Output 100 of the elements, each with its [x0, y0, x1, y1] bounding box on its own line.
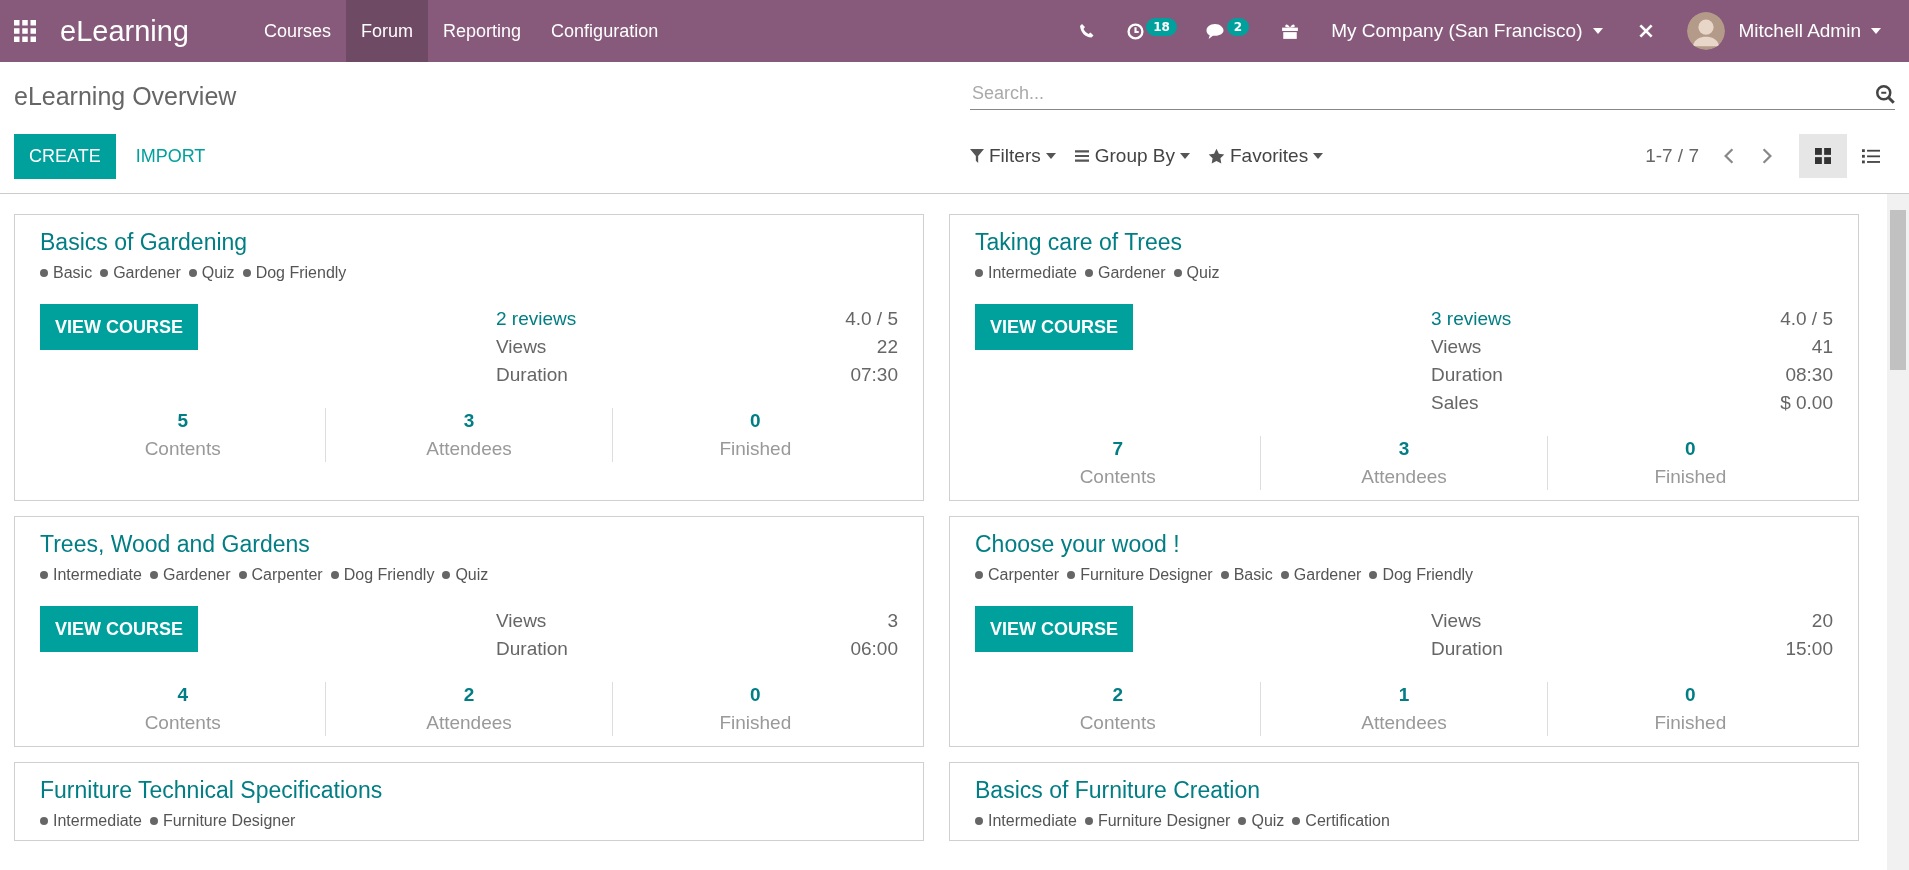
- reviews-link[interactable]: 2 reviews: [496, 308, 577, 330]
- activity-count-badge: 18: [1146, 18, 1177, 36]
- stat-label: Views: [1431, 610, 1482, 632]
- course-card[interactable]: Furniture Technical Specifications Intermediate Furniture Designer: [14, 762, 924, 841]
- pager-value: 1-7 / 7: [1645, 145, 1699, 167]
- course-card[interactable]: Basics of Furniture Creation Intermediate Furniture Designer Quiz Certification: [949, 762, 1859, 841]
- star-icon: [1208, 147, 1225, 165]
- counter-value: 2: [1112, 684, 1123, 706]
- course-title[interactable]: Taking care of Trees: [975, 229, 1833, 256]
- tag: Carpenter: [975, 566, 1060, 584]
- stat-value: 20: [1811, 610, 1833, 632]
- stat-label: Duration: [1431, 638, 1503, 660]
- filters-dropdown[interactable]: Filters: [970, 145, 1056, 167]
- menu-item[interactable]: Configuration: [536, 0, 674, 62]
- menu-item[interactable]: Reporting: [428, 0, 537, 62]
- course-title[interactable]: Choose your wood !: [975, 531, 1833, 558]
- company-switcher[interactable]: My Company (San Francisco): [1331, 20, 1583, 42]
- tag: Basic: [1220, 566, 1273, 584]
- stat-value: 4.0 / 5: [1780, 308, 1833, 330]
- tag: Quiz: [1173, 264, 1220, 282]
- stat-label: Views: [496, 610, 547, 632]
- stat-label: Duration: [1431, 364, 1503, 386]
- counter-label: Finished: [1654, 712, 1727, 734]
- counter-label: Attendees: [1361, 712, 1447, 734]
- stat-value: 3: [887, 610, 898, 632]
- stat-value: $ 0.00: [1780, 392, 1833, 414]
- counter-value: 0: [1685, 438, 1696, 460]
- course-title[interactable]: Basics of Gardening: [40, 229, 898, 256]
- counter-label: Finished: [1654, 466, 1727, 488]
- grid-icon: [1815, 148, 1831, 164]
- create-button[interactable]: CREATE: [14, 133, 116, 179]
- app-name[interactable]: eLearning: [60, 14, 189, 48]
- course-title[interactable]: Furniture Technical Specifications: [40, 777, 898, 804]
- search-icon[interactable]: [1875, 83, 1895, 104]
- message-count-badge: 2: [1226, 18, 1250, 36]
- course-card[interactable]: Choose your wood ! Carpenter Furniture Designer Basic Gardener Dog Friendly VIEW COURSE Views 20 Duration 15:00 2 Contents 1 Attendees 0 Finished: [949, 516, 1859, 747]
- kanban-view-button[interactable]: [1799, 134, 1847, 178]
- caret-icon: [1180, 153, 1190, 159]
- tag: Dog Friendly: [1369, 566, 1474, 584]
- gift-icon[interactable]: [1281, 22, 1300, 40]
- counter-label: Finished: [719, 712, 792, 734]
- tag: Intermediate: [975, 812, 1077, 830]
- course-card[interactable]: Trees, Wood and Gardens Intermediate Gardener Carpenter Dog Friendly Quiz VIEW COURSE Views 3 Duration 06:00 4 Contents 2 Attendees 0 Finished: [14, 516, 924, 747]
- tag: Dog Friendly: [330, 566, 435, 584]
- previous-page-icon[interactable]: [1723, 147, 1735, 165]
- tag: Furniture Designer: [1067, 566, 1213, 584]
- stat-value: 06:00: [850, 638, 898, 660]
- stat-label: Sales: [1431, 392, 1479, 414]
- apps-grid-icon[interactable]: [14, 20, 36, 42]
- view-course-button[interactable]: VIEW COURSE: [975, 304, 1133, 350]
- counter-value: 4: [177, 684, 188, 706]
- menu-item[interactable]: Courses: [249, 0, 347, 62]
- tag: Quiz: [1238, 812, 1285, 830]
- import-button[interactable]: IMPORT: [121, 133, 220, 179]
- tag: Certification: [1292, 812, 1390, 830]
- reviews-link[interactable]: 3 reviews: [1431, 308, 1512, 330]
- counter-value: 5: [177, 410, 188, 432]
- stat-value: 07:30: [850, 364, 898, 386]
- counter-label: Contents: [144, 712, 221, 734]
- course-card[interactable]: Taking care of Trees Intermediate Gardener Quiz VIEW COURSE 3 reviews 4.0 / 5 Views 41 Duration 08:30 Sales $ 0.00 7 Contents 3 Attendees 0 Finished: [949, 214, 1859, 501]
- clock-icon[interactable]: [1127, 22, 1145, 40]
- course-title[interactable]: Basics of Furniture Creation: [975, 777, 1833, 804]
- counter-label: Contents: [1079, 712, 1156, 734]
- counter-value: 0: [1685, 684, 1696, 706]
- stat-label: Views: [1431, 336, 1482, 358]
- stat-label: Duration: [496, 364, 568, 386]
- tag: Quiz: [442, 566, 489, 584]
- chat-bubble-icon[interactable]: [1204, 22, 1225, 40]
- tag: Furniture Designer: [149, 812, 296, 830]
- scrollbar[interactable]: [1887, 194, 1909, 870]
- counter-value: 1: [1398, 684, 1410, 706]
- counter-value: 0: [750, 684, 761, 706]
- counter-label: Finished: [719, 438, 792, 460]
- tag: Intermediate: [975, 264, 1077, 282]
- tag: Quiz: [188, 264, 235, 282]
- menu-item[interactable]: Forum: [346, 0, 429, 62]
- stat-value: 4.0 / 5: [845, 308, 898, 330]
- stat-value: 15:00: [1785, 638, 1833, 660]
- counter-label: Attendees: [426, 438, 512, 460]
- tag: Intermediate: [40, 566, 142, 584]
- tag: Furniture Designer: [1084, 812, 1231, 830]
- tag: Carpenter: [238, 566, 323, 584]
- phone-icon[interactable]: [1079, 23, 1096, 39]
- course-card[interactable]: Basics of Gardening Basic Gardener Quiz Dog Friendly VIEW COURSE 2 reviews 4.0 / 5 Views 22 Duration 07:30 5 Contents 3 Attendees 0 Finished: [14, 214, 924, 501]
- counter-value: 2: [463, 684, 475, 706]
- favorites-dropdown[interactable]: Favorites: [1208, 145, 1324, 167]
- view-course-button[interactable]: VIEW COURSE: [975, 606, 1133, 652]
- caret-icon[interactable]: [1592, 28, 1603, 34]
- avatar[interactable]: [1686, 12, 1725, 50]
- user-menu[interactable]: Mitchell Admin: [1738, 20, 1861, 42]
- next-page-icon[interactable]: [1761, 147, 1773, 165]
- page-title: eLearning Overview: [14, 81, 237, 111]
- counter-value: 7: [1112, 438, 1123, 460]
- group-by-dropdown[interactable]: Group By: [1073, 145, 1190, 167]
- course-title[interactable]: Trees, Wood and Gardens: [40, 531, 898, 558]
- caret-icon[interactable]: [1871, 28, 1881, 34]
- view-course-button[interactable]: VIEW COURSE: [40, 606, 198, 652]
- view-course-button[interactable]: VIEW COURSE: [40, 304, 198, 350]
- stat-label: Views: [496, 336, 547, 358]
- tag: Gardener: [1084, 264, 1166, 282]
